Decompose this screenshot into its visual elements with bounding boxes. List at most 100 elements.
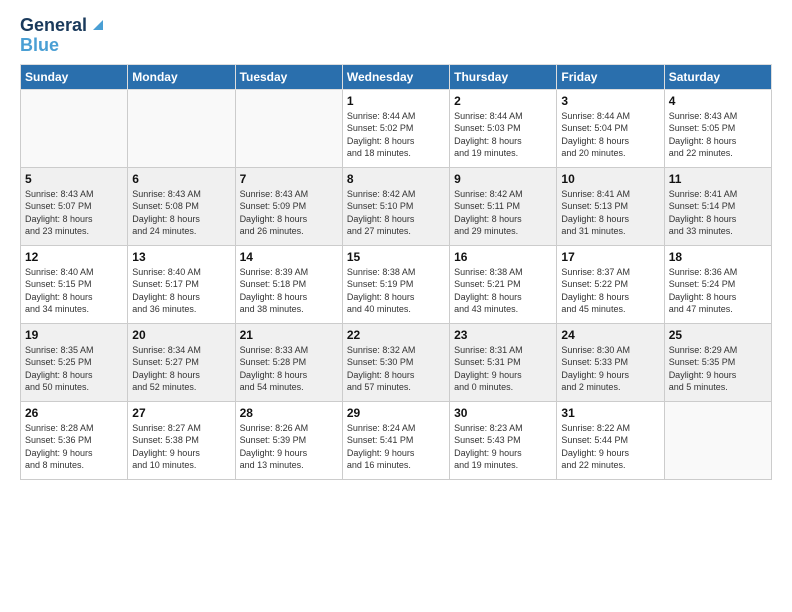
day-info: Sunrise: 8:44 AM Sunset: 5:02 PM Dayligh…: [347, 110, 445, 160]
calendar-day: 25 Sunrise: 8:29 AM Sunset: 5:35 PM Dayli…: [664, 323, 771, 401]
calendar-day: 1 Sunrise: 8:44 AM Sunset: 5:02 PM Daylig…: [342, 89, 449, 167]
calendar-day: 12 Sunrise: 8:40 AM Sunset: 5:15 PM Dayli…: [21, 245, 128, 323]
day-info: Sunrise: 8:27 AM Sunset: 5:38 PM Dayligh…: [132, 422, 230, 472]
calendar-day: 11Sunrise: 8:41 AM Sunset: 5:14 PM Dayli…: [664, 167, 771, 245]
calendar-day: 15 Sunrise: 8:38 AM Sunset: 5:19 PM Dayli…: [342, 245, 449, 323]
day-number: 1: [347, 94, 445, 108]
day-number: 2: [454, 94, 552, 108]
day-header-wednesday: Wednesday: [342, 64, 449, 89]
day-header-thursday: Thursday: [450, 64, 557, 89]
day-info: Sunrise: 8:31 AM Sunset: 5:31 PM Dayligh…: [454, 344, 552, 394]
day-info: Sunrise: 8:29 AM Sunset: 5:35 PM Dayligh…: [669, 344, 767, 394]
day-number: 12: [25, 250, 123, 264]
day-info: Sunrise: 8:22 AM Sunset: 5:44 PM Dayligh…: [561, 422, 659, 472]
day-number: 3: [561, 94, 659, 108]
day-info: Sunrise: 8:43 AM Sunset: 5:09 PM Dayligh…: [240, 188, 338, 238]
logo-text: General: [20, 16, 87, 36]
day-info: Sunrise: 8:43 AM Sunset: 5:05 PM Dayligh…: [669, 110, 767, 160]
day-info: Sunrise: 8:28 AM Sunset: 5:36 PM Dayligh…: [25, 422, 123, 472]
day-number: 9: [454, 172, 552, 186]
day-info: Sunrise: 8:33 AM Sunset: 5:28 PM Dayligh…: [240, 344, 338, 394]
day-header-sunday: Sunday: [21, 64, 128, 89]
day-number: 31: [561, 406, 659, 420]
day-info: Sunrise: 8:37 AM Sunset: 5:22 PM Dayligh…: [561, 266, 659, 316]
day-info: Sunrise: 8:40 AM Sunset: 5:17 PM Dayligh…: [132, 266, 230, 316]
day-info: Sunrise: 8:42 AM Sunset: 5:11 PM Dayligh…: [454, 188, 552, 238]
logo-blue-text: Blue: [20, 36, 59, 56]
day-number: 5: [25, 172, 123, 186]
calendar-day: 4 Sunrise: 8:43 AM Sunset: 5:05 PM Daylig…: [664, 89, 771, 167]
day-number: 30: [454, 406, 552, 420]
day-info: Sunrise: 8:41 AM Sunset: 5:14 PM Dayligh…: [669, 188, 767, 238]
day-number: 16: [454, 250, 552, 264]
day-number: 18: [669, 250, 767, 264]
calendar-day: 7 Sunrise: 8:43 AM Sunset: 5:09 PM Daylig…: [235, 167, 342, 245]
day-number: 22: [347, 328, 445, 342]
calendar-week-1: 1 Sunrise: 8:44 AM Sunset: 5:02 PM Daylig…: [21, 89, 772, 167]
day-header-tuesday: Tuesday: [235, 64, 342, 89]
calendar-day: 18 Sunrise: 8:36 AM Sunset: 5:24 PM Dayli…: [664, 245, 771, 323]
day-info: Sunrise: 8:26 AM Sunset: 5:39 PM Dayligh…: [240, 422, 338, 472]
day-header-saturday: Saturday: [664, 64, 771, 89]
calendar-week-5: 26 Sunrise: 8:28 AM Sunset: 5:36 PM Dayli…: [21, 401, 772, 479]
header: General Blue: [20, 16, 772, 56]
calendar-day: 31 Sunrise: 8:22 AM Sunset: 5:44 PM Dayli…: [557, 401, 664, 479]
day-header-friday: Friday: [557, 64, 664, 89]
day-number: 7: [240, 172, 338, 186]
day-number: 19: [25, 328, 123, 342]
calendar-week-2: 5Sunrise: 8:43 AM Sunset: 5:07 PM Daylig…: [21, 167, 772, 245]
day-info: Sunrise: 8:39 AM Sunset: 5:18 PM Dayligh…: [240, 266, 338, 316]
day-number: 24: [561, 328, 659, 342]
day-info: Sunrise: 8:34 AM Sunset: 5:27 PM Dayligh…: [132, 344, 230, 394]
day-number: 28: [240, 406, 338, 420]
calendar-day: 9 Sunrise: 8:42 AM Sunset: 5:11 PM Daylig…: [450, 167, 557, 245]
day-number: 15: [347, 250, 445, 264]
day-info: Sunrise: 8:40 AM Sunset: 5:15 PM Dayligh…: [25, 266, 123, 316]
calendar-day: 22Sunrise: 8:32 AM Sunset: 5:30 PM Dayli…: [342, 323, 449, 401]
day-info: Sunrise: 8:44 AM Sunset: 5:04 PM Dayligh…: [561, 110, 659, 160]
calendar-day: 13 Sunrise: 8:40 AM Sunset: 5:17 PM Dayli…: [128, 245, 235, 323]
calendar-week-3: 12 Sunrise: 8:40 AM Sunset: 5:15 PM Dayli…: [21, 245, 772, 323]
calendar-day: 28 Sunrise: 8:26 AM Sunset: 5:39 PM Dayli…: [235, 401, 342, 479]
day-info: Sunrise: 8:38 AM Sunset: 5:19 PM Dayligh…: [347, 266, 445, 316]
logo: General Blue: [20, 16, 107, 56]
calendar-day: 21 Sunrise: 8:33 AM Sunset: 5:28 PM Dayli…: [235, 323, 342, 401]
calendar-day: [128, 89, 235, 167]
day-number: 21: [240, 328, 338, 342]
day-info: Sunrise: 8:41 AM Sunset: 5:13 PM Dayligh…: [561, 188, 659, 238]
day-info: Sunrise: 8:44 AM Sunset: 5:03 PM Dayligh…: [454, 110, 552, 160]
day-number: 4: [669, 94, 767, 108]
calendar-day: 14 Sunrise: 8:39 AM Sunset: 5:18 PM Dayli…: [235, 245, 342, 323]
calendar-day: 27Sunrise: 8:27 AM Sunset: 5:38 PM Dayli…: [128, 401, 235, 479]
day-info: Sunrise: 8:42 AM Sunset: 5:10 PM Dayligh…: [347, 188, 445, 238]
day-number: 8: [347, 172, 445, 186]
calendar-day: 23 Sunrise: 8:31 AM Sunset: 5:31 PM Dayli…: [450, 323, 557, 401]
calendar-day: 24 Sunrise: 8:30 AM Sunset: 5:33 PM Dayli…: [557, 323, 664, 401]
calendar-day: 8 Sunrise: 8:42 AM Sunset: 5:10 PM Daylig…: [342, 167, 449, 245]
calendar-day: 16Sunrise: 8:38 AM Sunset: 5:21 PM Dayli…: [450, 245, 557, 323]
calendar-day: 19Sunrise: 8:35 AM Sunset: 5:25 PM Dayli…: [21, 323, 128, 401]
day-number: 6: [132, 172, 230, 186]
day-info: Sunrise: 8:30 AM Sunset: 5:33 PM Dayligh…: [561, 344, 659, 394]
day-number: 10: [561, 172, 659, 186]
calendar-header-row: SundayMondayTuesdayWednesdayThursdayFrid…: [21, 64, 772, 89]
calendar-day: 29Sunrise: 8:24 AM Sunset: 5:41 PM Dayli…: [342, 401, 449, 479]
page: General Blue SundayMondayTuesdayWednesda…: [0, 0, 792, 612]
day-number: 20: [132, 328, 230, 342]
day-info: Sunrise: 8:23 AM Sunset: 5:43 PM Dayligh…: [454, 422, 552, 472]
calendar-day: 20 Sunrise: 8:34 AM Sunset: 5:27 PM Dayli…: [128, 323, 235, 401]
day-number: 14: [240, 250, 338, 264]
day-number: 25: [669, 328, 767, 342]
calendar-day: 17Sunrise: 8:37 AM Sunset: 5:22 PM Dayli…: [557, 245, 664, 323]
calendar-day: 5Sunrise: 8:43 AM Sunset: 5:07 PM Daylig…: [21, 167, 128, 245]
calendar-body: 1 Sunrise: 8:44 AM Sunset: 5:02 PM Daylig…: [21, 89, 772, 479]
day-number: 23: [454, 328, 552, 342]
logo-triangle-icon: [89, 16, 107, 34]
day-number: 13: [132, 250, 230, 264]
calendar-day: [664, 401, 771, 479]
calendar-day: [235, 89, 342, 167]
calendar-week-4: 19Sunrise: 8:35 AM Sunset: 5:25 PM Dayli…: [21, 323, 772, 401]
day-info: Sunrise: 8:36 AM Sunset: 5:24 PM Dayligh…: [669, 266, 767, 316]
calendar-day: 2 Sunrise: 8:44 AM Sunset: 5:03 PM Daylig…: [450, 89, 557, 167]
day-number: 26: [25, 406, 123, 420]
